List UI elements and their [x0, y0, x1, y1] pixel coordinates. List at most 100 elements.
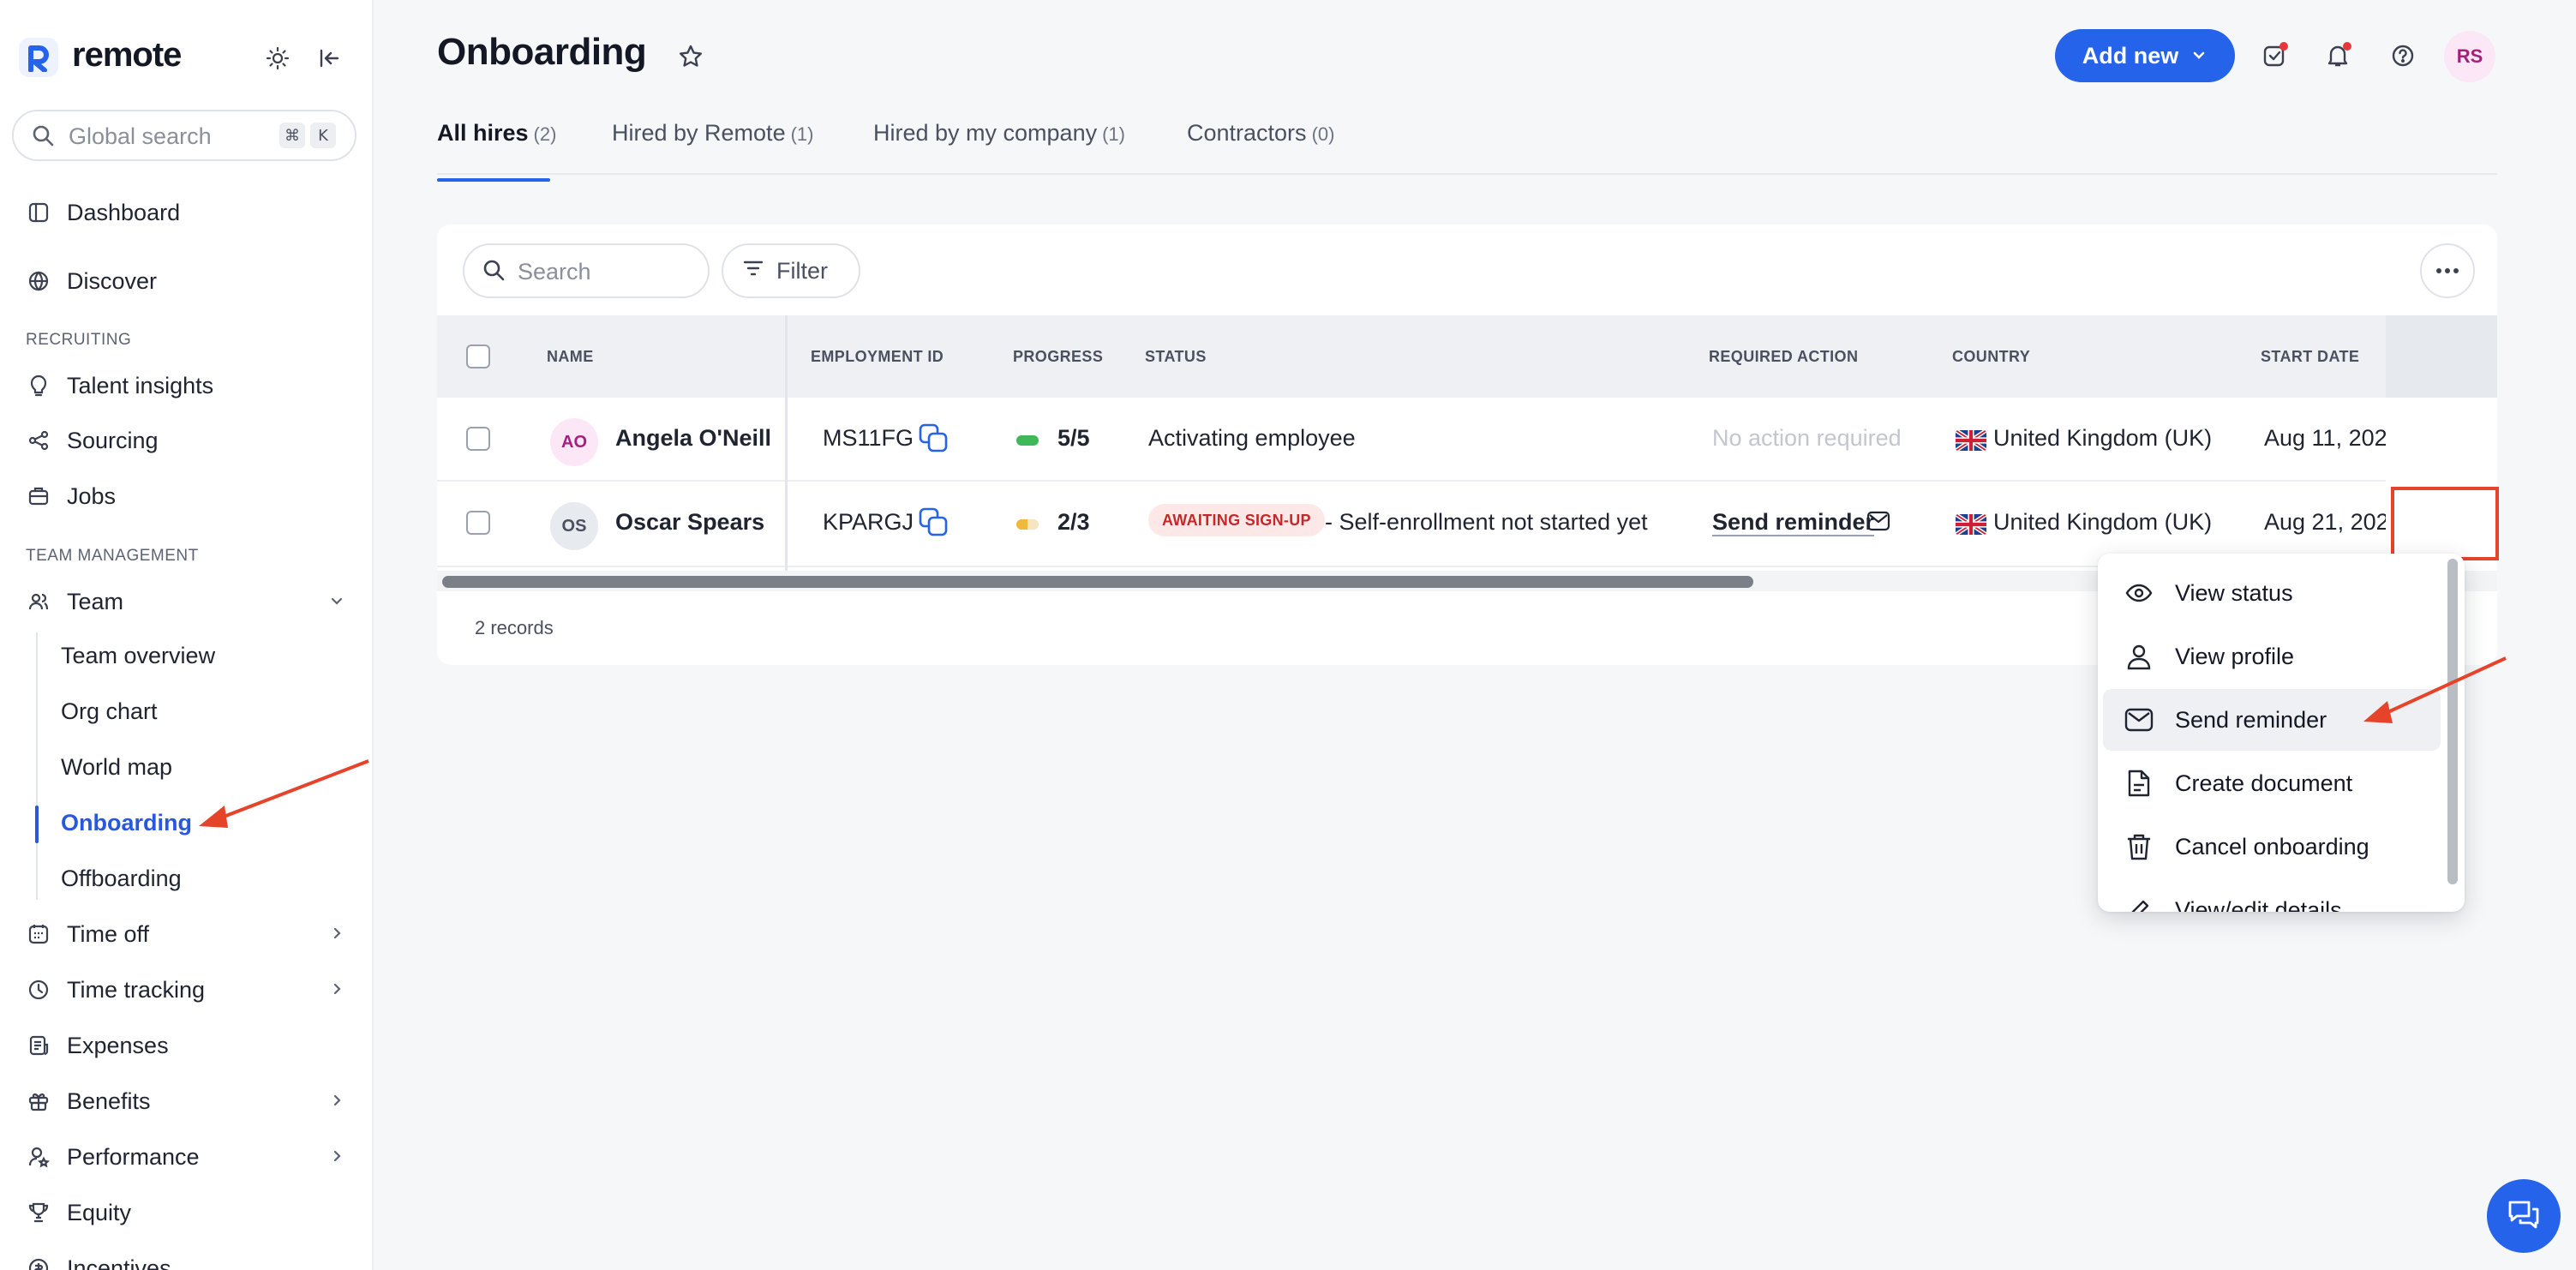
menu-item-create-document[interactable]: Create document [2103, 752, 2441, 814]
sidebar-item-world-map[interactable]: World map [61, 754, 172, 781]
active-indicator [35, 806, 39, 843]
chevron-down-icon[interactable] [327, 591, 346, 614]
tab-all-hires[interactable]: All hires (2) [437, 120, 557, 182]
sidebar: remote Global search ⌘ K Dashboard Disco… [0, 0, 374, 1270]
progress-indicator [1016, 435, 1039, 446]
sidebar-item-discover[interactable]: Discover [26, 259, 351, 303]
uk-flag-icon [1956, 514, 1986, 535]
chevron-right-icon[interactable] [327, 1091, 346, 1114]
menu-item-cancel-onboarding[interactable]: Cancel onboarding [2103, 816, 2441, 878]
notification-dot [2343, 42, 2351, 51]
mail-icon[interactable] [1866, 511, 1890, 536]
lightbulb-icon [26, 373, 51, 398]
sidebar-item-talent-insights[interactable]: Talent insights [26, 363, 351, 408]
app-name[interactable]: remote [72, 36, 182, 75]
sidebar-item-jobs[interactable]: Jobs [26, 474, 351, 518]
table-header: NAME EMPLOYMENT ID PROGRESS STATUS REQUI… [437, 315, 2497, 398]
sidebar-item-incentives[interactable]: Incentives [26, 1246, 351, 1270]
column-header-progress[interactable]: PROGRESS [1013, 348, 1103, 366]
progress-indicator [1016, 519, 1039, 530]
sidebar-item-time-tracking[interactable]: Time tracking [26, 967, 351, 1012]
sidebar-item-dashboard[interactable]: Dashboard [26, 190, 351, 235]
column-header-required-action[interactable]: REQUIRED ACTION [1709, 348, 1858, 366]
tab-label: All hires [437, 120, 529, 146]
bell-icon[interactable] [2319, 37, 2357, 75]
menu-item-send-reminder[interactable]: Send reminder [2103, 689, 2441, 751]
tab-label: Contractors [1187, 120, 1307, 146]
notification-dot [2279, 42, 2288, 51]
menu-scrollbar-thumb[interactable] [2447, 559, 2458, 884]
filter-label: Filter [776, 257, 828, 284]
column-header-start-date[interactable]: START DATE [2261, 348, 2359, 366]
table-more-options-icon[interactable] [2420, 243, 2475, 298]
menu-item-view-profile[interactable]: View profile [2103, 626, 2441, 687]
gift-icon [26, 1088, 51, 1114]
menu-item-view-edit-details[interactable]: View/edit details [2103, 879, 2441, 912]
sidebar-item-offboarding[interactable]: Offboarding [61, 866, 182, 892]
sidebar-item-sourcing[interactable]: Sourcing [26, 418, 351, 463]
chevron-right-icon[interactable] [327, 979, 346, 1003]
horizontal-scrollbar-thumb[interactable] [442, 576, 1753, 588]
table-row[interactable]: AO Angela O'Neill MS11FG 5/5 Activating … [437, 398, 2497, 482]
tab-hired-by-remote[interactable]: Hired by Remote (1) [612, 120, 813, 147]
sidebar-item-label: Team [67, 588, 124, 614]
column-header-name[interactable]: NAME [547, 348, 594, 366]
add-new-button[interactable]: Add new [2055, 29, 2235, 82]
tab-hired-by-my-company[interactable]: Hired by my company (1) [873, 120, 1125, 147]
uk-flag-icon [1956, 430, 1986, 451]
tab-bar: All hires (2) Hired by Remote (1) Hired by… [437, 111, 2497, 182]
sidebar-item-time-off[interactable]: Time off [26, 912, 351, 956]
column-header-country[interactable]: COUNTRY [1952, 348, 2030, 366]
chat-support-button[interactable] [2487, 1179, 2561, 1253]
sidebar-item-team[interactable]: Team [26, 579, 351, 624]
employee-name[interactable]: Oscar Spears [615, 509, 764, 536]
calendar-icon [26, 921, 51, 947]
sidebar-item-onboarding[interactable]: Onboarding [61, 810, 192, 836]
copy-icon[interactable] [917, 422, 950, 458]
table-search-input[interactable]: Search [463, 243, 710, 298]
remote-logo-icon[interactable] [19, 38, 58, 77]
annotation-highlight-box [2391, 487, 2499, 560]
select-all-checkbox[interactable] [466, 344, 490, 368]
menu-item-label: View/edit details [2175, 896, 2342, 913]
sidebar-item-equity[interactable]: Equity [26, 1190, 351, 1235]
copy-icon[interactable] [917, 506, 950, 542]
sidebar-item-performance[interactable]: Performance [26, 1135, 351, 1179]
sidebar-item-label: Equity [67, 1199, 132, 1225]
menu-scrollbar[interactable] [2447, 559, 2458, 884]
tab-count: (2) [533, 123, 557, 145]
column-header-employment-id[interactable]: EMPLOYMENT ID [811, 348, 944, 366]
sidebar-item-label: Discover [67, 267, 158, 294]
chevron-right-icon[interactable] [327, 1147, 346, 1170]
user-avatar[interactable]: RS [2444, 31, 2495, 82]
avatar: AO [550, 418, 598, 466]
tab-contractors[interactable]: Contractors (0) [1187, 120, 1334, 147]
send-reminder-link[interactable]: Send reminder [1712, 509, 1874, 536]
row-checkbox[interactable] [466, 511, 490, 535]
filter-button[interactable]: Filter [722, 243, 860, 298]
chat-icon [2507, 1197, 2541, 1236]
trophy-icon [26, 1200, 51, 1225]
theme-toggle-sun-icon[interactable] [259, 39, 297, 77]
sidebar-item-label: Talent insights [67, 372, 214, 398]
required-action: No action required [1712, 425, 1902, 451]
employee-name[interactable]: Angela O'Neill [615, 425, 771, 452]
status-text: Activating employee [1148, 425, 1356, 451]
team-subnav-line [36, 632, 38, 900]
sidebar-item-benefits[interactable]: Benefits [26, 1079, 351, 1123]
sidebar-item-expenses[interactable]: Expenses [26, 1023, 351, 1068]
collapse-sidebar-icon[interactable] [310, 39, 348, 77]
global-search-input[interactable]: Global search ⌘ K [12, 110, 356, 161]
favorite-star-icon[interactable] [672, 38, 710, 75]
row-checkbox[interactable] [466, 427, 490, 451]
sidebar-item-team-overview[interactable]: Team overview [61, 643, 215, 669]
menu-item-view-status[interactable]: View status [2103, 562, 2441, 624]
sidebar-item-org-chart[interactable]: Org chart [61, 698, 158, 725]
chevron-right-icon[interactable] [327, 924, 346, 947]
tasks-check-icon[interactable] [2255, 37, 2293, 75]
column-header-status[interactable]: STATUS [1145, 348, 1207, 366]
tab-count: (0) [1311, 123, 1335, 145]
sidebar-item-label: Expenses [67, 1032, 169, 1058]
trash-icon [2122, 832, 2156, 861]
help-icon[interactable] [2384, 37, 2422, 75]
